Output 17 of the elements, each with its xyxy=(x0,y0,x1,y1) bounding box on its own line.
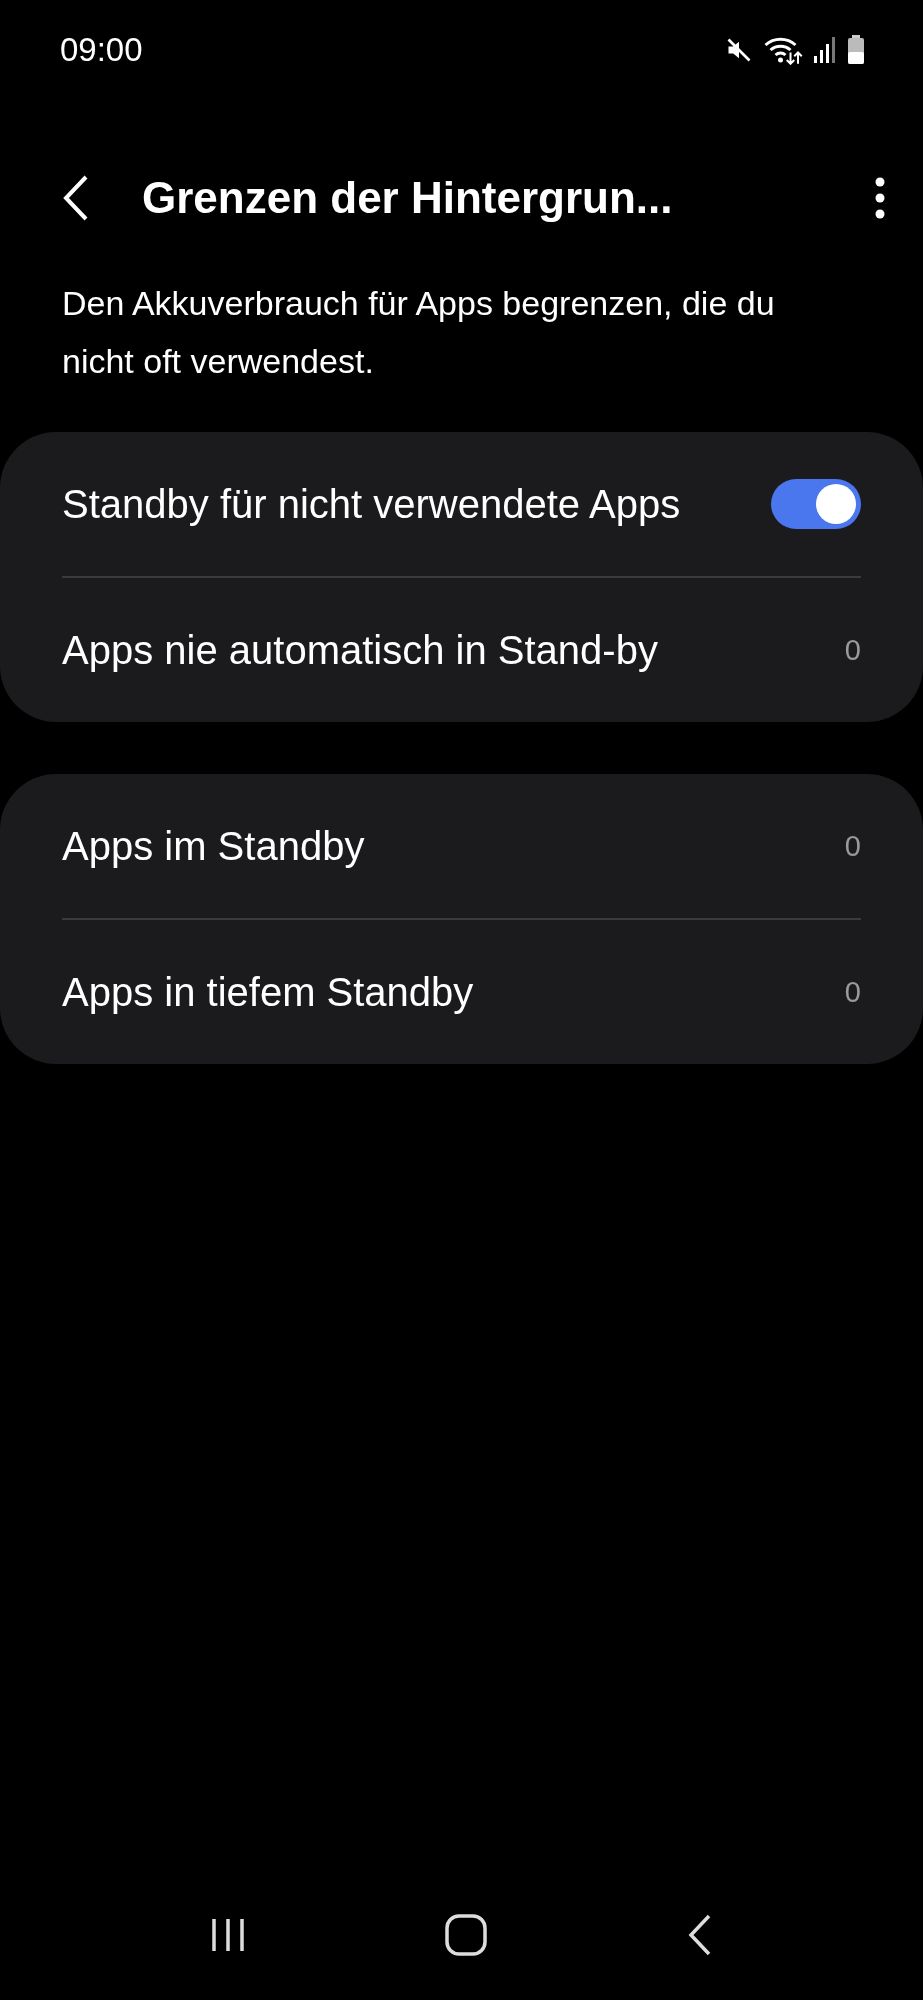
more-vertical-icon xyxy=(873,176,887,220)
description-text: Den Akkuverbrauch für Apps begrenzen, die du nicht oft verwendest. xyxy=(62,283,776,382)
signal-icon xyxy=(813,36,837,64)
count-value: 0 xyxy=(844,633,861,667)
count-value: 0 xyxy=(844,829,861,863)
count-value: 0 xyxy=(844,975,861,1009)
setting-label[interactable]: Apps im Standby xyxy=(62,823,835,869)
wifi-icon xyxy=(763,35,803,65)
toggle-switch[interactable] xyxy=(771,479,861,529)
setting-label[interactable]: Apps nie automatisch in Stand-by xyxy=(62,627,835,673)
mute-icon xyxy=(725,36,753,64)
rounded-square-icon xyxy=(444,1913,489,1957)
status-time: 09:00 xyxy=(60,31,143,69)
battery-icon xyxy=(847,35,865,65)
page-title: Grenzen der Hintergrun... xyxy=(142,173,674,223)
setting-label[interactable]: Standby für nicht verwendete Apps xyxy=(62,481,761,527)
setting-label[interactable]: Apps in tiefem Standby xyxy=(62,969,835,1015)
